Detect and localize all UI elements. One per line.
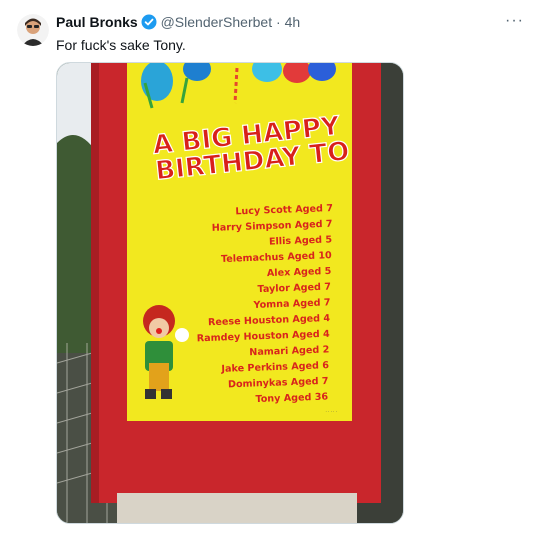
author-handle[interactable]: @SlenderSherbet: [161, 14, 273, 30]
name-entry: Ellis Aged 5: [269, 234, 333, 247]
tweet[interactable]: Paul Bronks @SlenderSherbet · 4h ··· For…: [0, 0, 540, 539]
avatar[interactable]: [17, 14, 49, 46]
svg-text:· · · · ·: · · · · ·: [326, 409, 337, 414]
tweet-text: For fuck's sake Tony.: [56, 37, 186, 53]
separator-dot: ·: [276, 14, 281, 30]
tweet-header: Paul Bronks @SlenderSherbet · 4h: [56, 13, 300, 34]
photo-scene: A BIG HAPPY BIRTHDAY TO Lucy Scott Aged …: [57, 63, 403, 523]
author-name[interactable]: Paul Bronks: [56, 14, 138, 30]
verified-badge-icon: [141, 14, 157, 34]
timestamp[interactable]: 4h: [285, 14, 301, 30]
tweet-photo[interactable]: A BIG HAPPY BIRTHDAY TO Lucy Scott Aged …: [56, 62, 404, 524]
name-entry: Alex Aged 5: [267, 266, 332, 279]
more-options-icon[interactable]: ···: [505, 12, 524, 30]
